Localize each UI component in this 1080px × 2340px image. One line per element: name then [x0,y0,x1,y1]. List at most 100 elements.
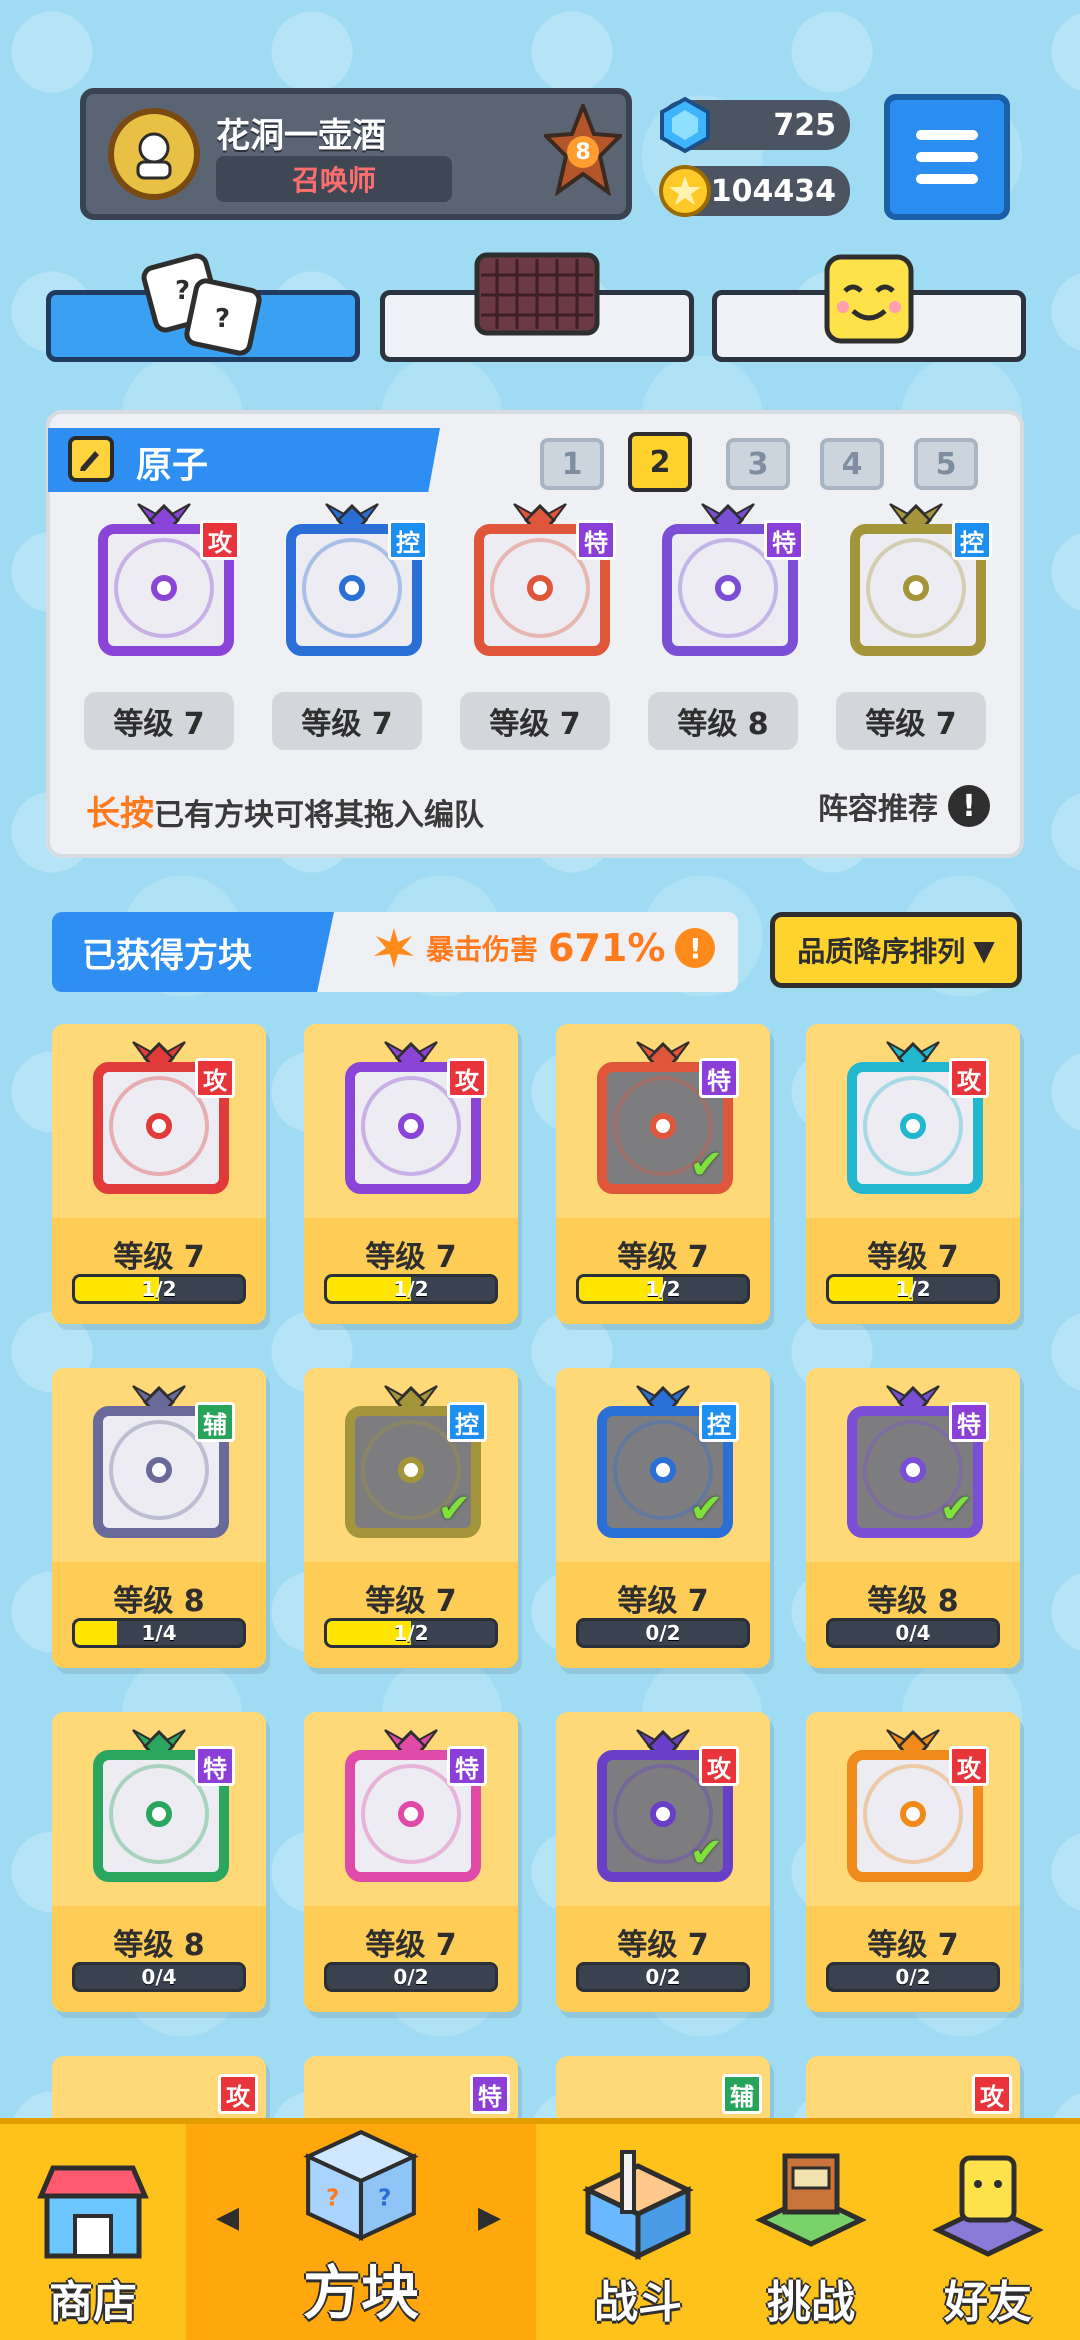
equipped-check-icon: ✔ [689,1486,723,1532]
team-slot[interactable]: 攻 [84,496,244,656]
card-progress-bar: 0/4 [72,1962,246,1992]
card-level: 等级 7 [617,1584,709,1619]
block-icon[interactable]: 特 [648,496,808,656]
dice-icon: ? ? [141,253,262,356]
block-icon[interactable]: 辅 [79,1378,239,1538]
block-card-partial[interactable]: 攻 [52,2056,266,2126]
block-card[interactable]: 特 ✔ 等级 7 1/2 [556,1024,770,1324]
block-icon[interactable]: 攻 ✔ [583,1722,743,1882]
block-icon[interactable]: 特 ✔ [833,1378,993,1538]
block-card[interactable]: 控 ✔ 等级 7 0/2 [556,1368,770,1668]
block-card[interactable]: 控 ✔ 等级 7 1/2 [304,1368,518,1668]
sort-dropdown[interactable]: 品质降序排列 ▼ [770,912,1022,988]
block-icon[interactable]: 攻 [79,1034,239,1194]
block-icon[interactable]: 控 ✔ [583,1378,743,1538]
tab-blocks-collection[interactable]: ? ? [46,253,360,362]
block-type-tag: 控 [952,520,992,560]
menu-button[interactable] [884,94,1010,220]
friends-icon [932,2155,1044,2257]
block-core [146,1457,172,1483]
profile-card[interactable]: 花洞一壶酒 召唤师 8 [80,88,632,220]
team-slot-level: 等级 7 [272,692,422,750]
block-icon[interactable]: 特 ✔ [583,1034,743,1194]
block-card[interactable]: 特 ✔ 等级 8 0/4 [806,1368,1020,1668]
team-page-3[interactable]: 3 [726,438,790,490]
block-type-tag: 特 [699,1058,739,1098]
team-slot-level: 等级 8 [648,692,798,750]
card-progress-bar: 1/2 [324,1618,498,1648]
team-page-1[interactable]: 1 [540,438,604,490]
nav-shop[interactable]: 商店 [0,2124,186,2340]
card-progress-text: 0/2 [393,1965,429,1989]
team-slot[interactable]: 特 [648,496,808,656]
avatar[interactable] [108,108,200,200]
gems-counter[interactable]: 725 [660,96,850,154]
card-level: 等级 7 [113,1240,205,1275]
block-core [650,1457,676,1483]
block-card[interactable]: 特 等级 8 0/4 [52,1712,266,2012]
nav-prev-arrow-icon[interactable]: ◀ [216,2200,239,2235]
coins-counter[interactable]: 104434 [659,165,850,217]
block-card[interactable]: 攻 等级 7 1/2 [806,1024,1020,1324]
team-page-4[interactable]: 4 [820,438,884,490]
block-card[interactable]: 攻 等级 7 0/2 [806,1712,1020,2012]
block-card[interactable]: 攻 等级 7 1/2 [52,1024,266,1324]
block-icon[interactable]: 特 [79,1722,239,1882]
team-panel: 原子 1 2 3 4 5 攻 控 特 特 控 等级 7 等级 7 等级 7 等级… [46,410,1024,858]
rank-value: 8 [575,139,591,165]
nav-next-arrow-icon[interactable]: ▶ [478,2200,501,2235]
block-card[interactable]: 特 等级 7 0/2 [304,1712,518,2012]
block-core [398,1801,424,1827]
block-type-tag: 辅 [722,2074,762,2114]
team-slot[interactable]: 控 [272,496,432,656]
block-card-partial[interactable]: 辅 [556,2056,770,2126]
tab-board[interactable] [380,252,694,362]
block-type-tag: 特 [470,2074,510,2114]
block-type-tag: 攻 [949,1058,989,1098]
nav-friends-label: 好友 [944,2277,1032,2328]
card-level: 等级 7 [617,1240,709,1275]
block-type-tag: 控 [388,520,428,560]
block-icon[interactable]: 控 [272,496,432,656]
crit-damage-info[interactable]: 暴击伤害 671% ! [372,926,716,970]
block-card[interactable]: 攻 ✔ 等级 7 0/2 [556,1712,770,2012]
block-type-tag: 控 [699,1402,739,1442]
block-type-tag: 攻 [972,2074,1012,2114]
block-card[interactable]: 攻 等级 7 1/2 [304,1024,518,1324]
crit-label: 暴击伤害 [426,933,539,966]
block-icon[interactable]: 特 [460,496,620,656]
team-slot-level: 等级 7 [836,692,986,750]
block-type-tag: 特 [576,520,616,560]
nav-challenge[interactable]: 挑战 [726,2124,896,2340]
block-icon[interactable]: 攻 [833,1034,993,1194]
block-card[interactable]: 辅 等级 8 1/4 [52,1368,266,1668]
nav-battle[interactable]: 战斗 [550,2124,726,2340]
block-icon[interactable]: 控 [836,496,996,656]
block-icon[interactable]: 攻 [833,1722,993,1882]
block-card-partial[interactable]: 特 [304,2056,518,2126]
block-card-partial[interactable]: 攻 [806,2056,1020,2126]
rank-badge: 8 [544,104,622,196]
nav-battle-label: 战斗 [594,2277,682,2328]
lineup-recommend-button[interactable]: 阵容推荐 ! [818,784,990,828]
team-name-banner[interactable]: 原子 [48,428,440,492]
block-icon[interactable]: 特 [331,1722,491,1882]
block-icon[interactable]: 攻 [331,1034,491,1194]
team-page-2[interactable]: 2 [628,432,692,492]
team-slot-level: 等级 7 [460,692,610,750]
block-icon[interactable]: 控 ✔ [331,1378,491,1538]
face-icon [824,254,914,344]
drag-hint: 长按已有方块可将其拖入编队 [86,786,484,835]
card-progress-text: 1/2 [645,1277,681,1301]
nav-friends[interactable]: 好友 [896,2124,1080,2340]
pencil-icon[interactable] [68,436,114,482]
team-slot[interactable]: 控 [836,496,996,656]
team-slot[interactable]: 特 [460,496,620,656]
owned-blocks-header: 已获得方块 暴击伤害 671% ! [52,912,738,992]
card-progress-text: 1/4 [141,1621,177,1645]
player-name: 花洞一壶酒 [216,116,386,156]
team-page-5[interactable]: 5 [914,438,978,490]
block-icon[interactable]: 攻 [84,496,244,656]
owned-title: 已获得方块 [52,912,334,992]
tab-emotes[interactable] [712,254,1026,362]
